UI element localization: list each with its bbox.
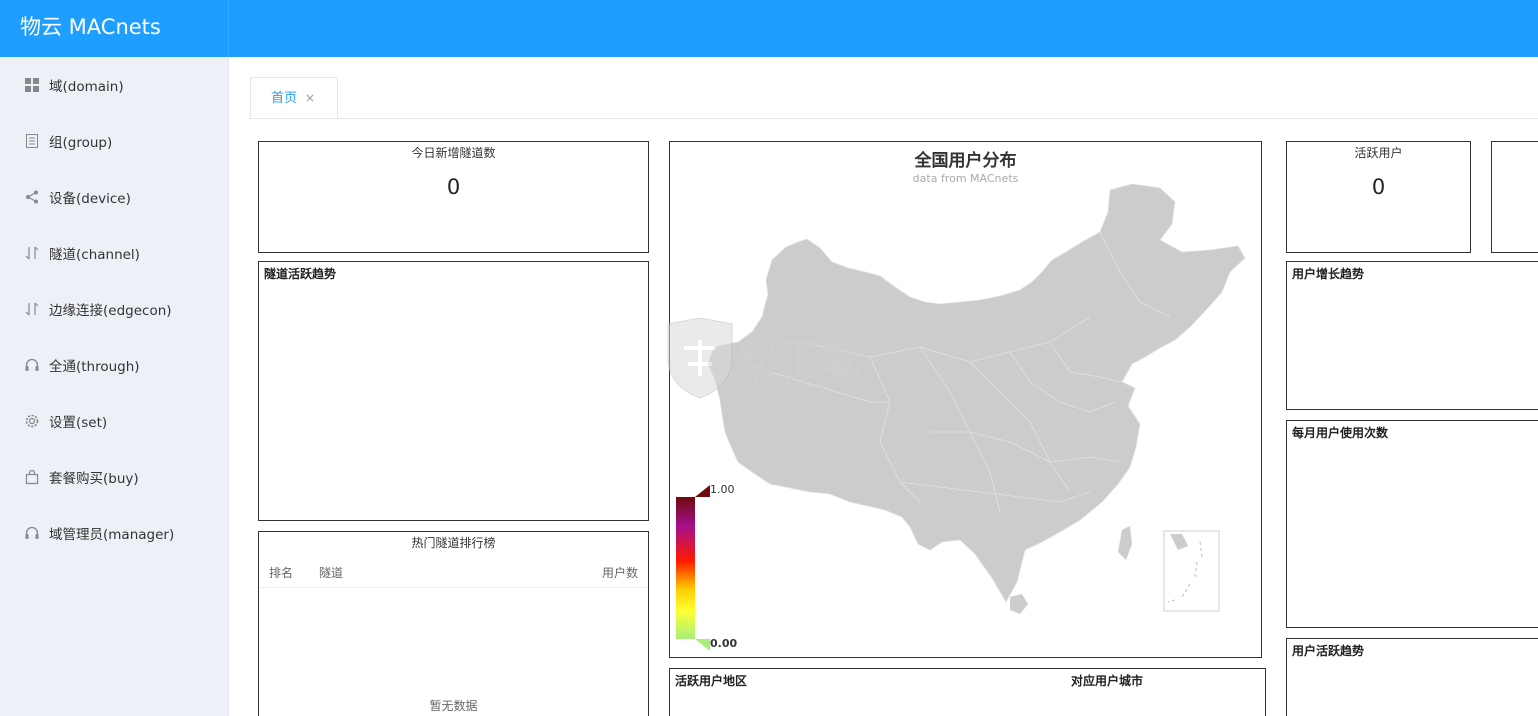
watermark-url: anxz.com — [738, 366, 854, 394]
sidebar-item-label: 套餐购买(buy) — [49, 471, 139, 487]
china-user-map: 全国用户分布 data from MACnets 1.00 0.00 — [669, 141, 1262, 658]
hainan-island[interactable] — [1010, 594, 1028, 614]
column-rank[interactable]: 排名 — [269, 559, 319, 587]
sidebar-item-group[interactable]: 组(group) — [0, 113, 228, 169]
column-users[interactable]: 用户数 — [598, 559, 638, 587]
sidebar-item-label: 设备(device) — [49, 191, 131, 207]
user-active-trend-chart: 用户活跃趋势 — [1286, 638, 1538, 716]
sidebar-item-domain[interactable]: 域(domain) — [0, 57, 228, 113]
sidebar-item-device[interactable]: 设备(device) — [0, 169, 228, 225]
sidebar-item-label: 设置(set) — [49, 415, 108, 431]
taiwan-island[interactable] — [1118, 526, 1132, 560]
region-title: 活跃用户地区 — [675, 674, 748, 688]
sidebar-item-buy[interactable]: 套餐购买(buy) — [0, 449, 228, 505]
hot-tunnels-table: 热门隧道排行榜 排名 隧道 用户数 暂无数据 — [258, 531, 649, 716]
card-title: 今日新增隧道数 — [411, 146, 496, 160]
share-icon — [26, 190, 38, 204]
monthly-usage-chart: 每月用户使用次数 — [1286, 420, 1538, 628]
map-svg — [676, 183, 1246, 651]
sidebar-item-through[interactable]: 全通(through) — [0, 337, 228, 393]
visual-map-max: 1.00 — [710, 483, 735, 496]
sidebar-item-label: 隧道(channel) — [49, 247, 140, 263]
sidebar: 域(domain) 组(group) 设备(device) 隧道(channel… — [0, 57, 229, 716]
chart-title: 用户活跃趋势 — [1292, 644, 1365, 658]
stat-card-partial — [1491, 141, 1538, 253]
tab-label: 首页 — [271, 91, 298, 106]
transfer-icon — [25, 246, 39, 260]
card-value: 0 — [1371, 175, 1386, 199]
document-icon — [26, 134, 38, 148]
active-region-table: 活跃用户地区 对应用户城市 — [669, 668, 1266, 716]
app-logo[interactable]: 物云 MACnets — [0, 0, 229, 57]
sidebar-item-channel[interactable]: 隧道(channel) — [0, 225, 228, 281]
sidebar-item-label: 域管理员(manager) — [49, 527, 175, 543]
chart-title: 隧道活跃趋势 — [264, 267, 337, 281]
new-tunnels-card: 今日新增隧道数 0 — [258, 141, 649, 253]
chart-title: 每月用户使用次数 — [1292, 426, 1389, 440]
headset-icon — [25, 358, 39, 371]
tab-home[interactable]: 首页 × — [250, 77, 338, 118]
sidebar-item-manager[interactable]: 域管理员(manager) — [0, 505, 228, 561]
sidebar-item-label: 全通(through) — [49, 359, 140, 375]
card-value: 0 — [446, 175, 461, 199]
grid-icon — [25, 78, 39, 92]
visual-map-top-handle[interactable] — [695, 485, 710, 497]
column-tunnel[interactable]: 隧道 — [319, 559, 598, 587]
sidebar-item-edgecon[interactable]: 边缘连接(edgecon) — [0, 281, 228, 337]
tab-bar: 首页 × — [249, 57, 1538, 119]
gear-icon — [25, 414, 39, 428]
tab-close-icon[interactable]: × — [305, 91, 315, 105]
tunnel-trend-chart: 隧道活跃趋势 — [258, 261, 649, 521]
visual-map-bottom-handle[interactable] — [695, 639, 710, 651]
chart-title: 用户增长趋势 — [1292, 267, 1365, 281]
visual-map-bar[interactable] — [676, 497, 695, 639]
active-users-card: 活跃用户 0 — [1286, 141, 1471, 253]
city-title: 对应用户城市 — [1071, 674, 1144, 688]
table-header: 排名 隧道 用户数 — [259, 559, 648, 588]
sidebar-item-label: 组(group) — [49, 135, 113, 151]
card-title: 活跃用户 — [1354, 146, 1403, 160]
sidebar-item-label: 域(domain) — [49, 79, 124, 95]
transfer-icon — [25, 302, 39, 316]
headset-icon — [25, 526, 39, 539]
sidebar-item-label: 边缘连接(edgecon) — [49, 303, 172, 319]
sidebar-item-set[interactable]: 设置(set) — [0, 393, 228, 449]
south-china-sea-inset — [1163, 530, 1220, 612]
bag-icon — [25, 469, 39, 485]
empty-state: 暂无数据 — [429, 699, 478, 713]
user-growth-chart: 用户增长趋势 — [1286, 261, 1538, 410]
visual-map-min: 0.00 — [710, 637, 738, 650]
top-header: 物云 MACnets — [0, 0, 1538, 57]
table-title: 热门隧道排行榜 — [411, 536, 496, 550]
